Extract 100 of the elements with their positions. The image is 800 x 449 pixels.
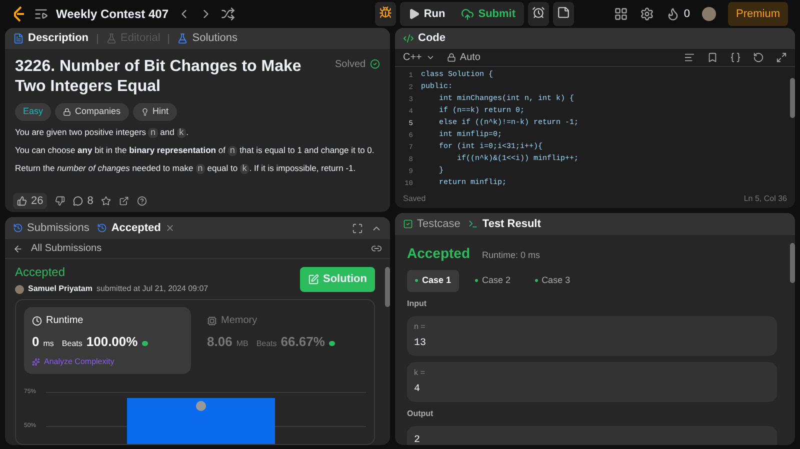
sparkle-icon: [32, 358, 40, 366]
save-status: Saved: [403, 193, 426, 205]
panel-title: Code: [418, 31, 446, 46]
output-value: 2: [414, 434, 420, 445]
thumbs-down-icon[interactable]: [55, 196, 66, 206]
rank-icon: [142, 341, 148, 346]
verdict: Accepted: [407, 244, 470, 263]
cursor-position: Ln 5, Col 36: [744, 193, 787, 205]
bug-icon: [378, 6, 392, 19]
metric-value: 0: [32, 333, 40, 351]
play-icon: [408, 8, 420, 20]
settings-icon[interactable]: [640, 7, 654, 21]
comments-button[interactable]: 8: [73, 192, 94, 210]
like-button[interactable]: 26: [13, 192, 48, 210]
layout-icon[interactable]: [614, 7, 628, 21]
metric-unit: ms: [43, 338, 54, 350]
problem-tag[interactable]: Companies: [55, 103, 129, 120]
flask-icon: [177, 33, 188, 44]
run-button[interactable]: Run: [400, 2, 454, 26]
autocomplete-toggle[interactable]: Auto: [446, 50, 480, 65]
share-icon[interactable]: [119, 196, 130, 206]
flask-icon: [106, 33, 117, 44]
submitted-time: submitted at Jul 21, 2024 09:07: [96, 283, 208, 295]
panel-tab[interactable]: Accepted: [97, 220, 175, 236]
metric-card[interactable]: Runtime 0 ms Beats 100.00% Analyze Complexity: [24, 307, 191, 374]
beats-value: 66.67%: [280, 333, 325, 351]
panel-tab[interactable]: Description: [13, 30, 89, 47]
code-icon: [403, 33, 414, 44]
lock-icon: [446, 53, 456, 62]
user-name[interactable]: Samuel Priyatam: [28, 283, 92, 295]
braces-icon[interactable]: [730, 52, 741, 63]
problem-title: 3226. Number of Bit Changes to Make Two Integers Equal: [15, 57, 302, 97]
alarm-button[interactable]: [528, 2, 549, 26]
problem-tag[interactable]: Easy: [15, 103, 52, 120]
metric-unit: MB: [236, 338, 248, 350]
terminal-icon: [468, 219, 478, 229]
problem-paragraph: You are given two positive integers n and k .: [15, 126, 190, 138]
history-icon: [97, 223, 108, 233]
problem-paragraph: Return the number of changes needed to make n equal to k . If it is impossible, return -1.: [15, 162, 357, 174]
debug-button[interactable]: [374, 2, 396, 26]
avatar: [196, 400, 206, 410]
input-label: Input: [407, 298, 428, 310]
check-icon: [370, 59, 380, 69]
panel-tab[interactable]: Testcase: [403, 216, 460, 232]
case-tab[interactable]: Case 3: [526, 270, 578, 292]
variable-value: 13: [414, 336, 428, 350]
case-tab[interactable]: Case 2: [467, 270, 519, 292]
expand-icon[interactable]: [776, 52, 787, 63]
scrollbar-thumb[interactable]: [385, 267, 390, 307]
streak-count: 0: [684, 6, 690, 22]
beats-label: Beats: [256, 338, 277, 350]
premium-button[interactable]: Premium: [728, 2, 788, 26]
language-select[interactable]: C++: [403, 50, 435, 65]
bookmark-icon[interactable]: [707, 52, 718, 63]
lightbulb-icon: [140, 108, 149, 116]
rank-icon: [328, 341, 335, 346]
chevron-down-icon: [426, 53, 435, 62]
help-icon[interactable]: [137, 196, 148, 206]
shuffle-icon[interactable]: [220, 7, 234, 21]
variable-name: k =: [414, 366, 426, 378]
beats-value: 100.00%: [86, 333, 138, 351]
submit-button[interactable]: Submit: [453, 2, 524, 26]
thumbs-up-icon: [17, 196, 27, 206]
clock-icon: [32, 316, 42, 326]
lock-icon: [63, 108, 72, 116]
close-icon: [164, 223, 175, 233]
result-status: Accepted: [15, 264, 66, 281]
problem-tag[interactable]: Hint: [132, 103, 177, 120]
link-icon[interactable]: [371, 243, 382, 254]
back-link[interactable]: All Submissions: [13, 241, 102, 256]
chip-icon: [207, 316, 217, 326]
variable-value: 4: [414, 382, 422, 396]
problem-list-icon[interactable]: [34, 7, 48, 21]
reset-icon[interactable]: [753, 52, 764, 63]
panel-tab[interactable]: Solutions: [177, 30, 238, 47]
note-button[interactable]: [552, 2, 574, 26]
format-icon[interactable]: [684, 52, 695, 63]
problem-paragraph: You can choose any bit in the binary representation of n that is equal to 1 and change it to 0.: [15, 144, 376, 156]
document-icon: [13, 33, 24, 44]
panel-tab[interactable]: Test Result: [468, 216, 541, 232]
comment-icon: [73, 196, 84, 206]
avatar[interactable]: [702, 7, 716, 21]
checkbox-icon: [403, 219, 413, 229]
metric-label: Memory: [221, 314, 258, 328]
contest-title[interactable]: Weekly Contest 407: [56, 5, 168, 23]
scrollbar-thumb[interactable]: [790, 243, 794, 283]
cloud-upload-icon: [461, 8, 474, 20]
scrollbar-thumb[interactable]: [790, 78, 794, 118]
output-label: Output: [407, 408, 434, 420]
star-icon[interactable]: [101, 196, 112, 206]
fullscreen-icon[interactable]: [352, 222, 363, 234]
edit-icon: [308, 274, 319, 285]
metric-value: 8.06: [207, 333, 232, 351]
case-tab[interactable]: Case 1: [407, 270, 460, 292]
history-icon: [13, 223, 23, 233]
panel-tab[interactable]: Submissions: [13, 220, 90, 236]
alarm-clock-icon: [532, 6, 545, 19]
flame-icon: [666, 7, 680, 21]
variable-name: n =: [414, 320, 426, 332]
logo-icon[interactable]: [12, 6, 26, 22]
